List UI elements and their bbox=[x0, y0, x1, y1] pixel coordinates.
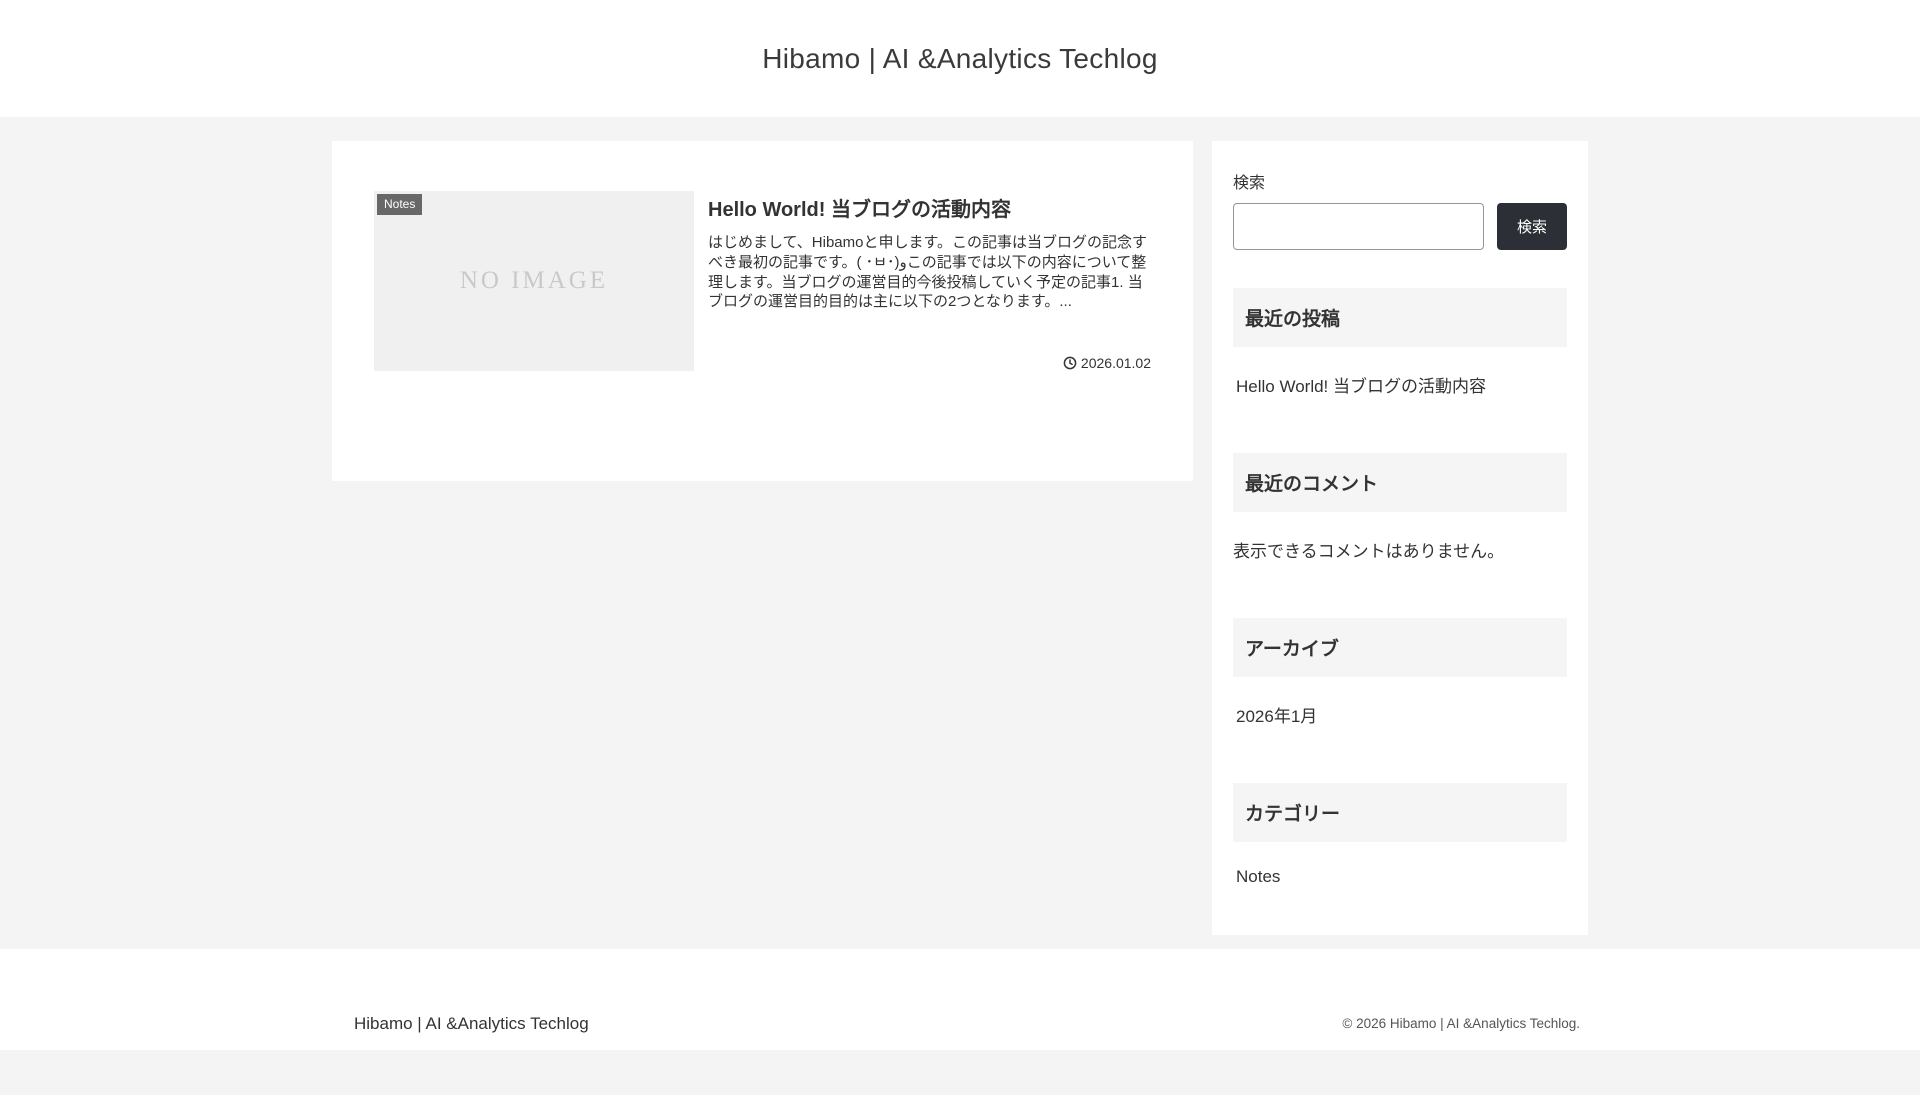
search-input[interactable] bbox=[1233, 203, 1484, 250]
recent-post-link[interactable]: Hello World! 当ブログの活動内容 bbox=[1236, 372, 1567, 397]
recent-posts-widget: 最近の投稿 Hello World! 当ブログの活動内容 bbox=[1233, 288, 1567, 415]
footer-site-title[interactable]: Hibamo | AI &Analytics Techlog bbox=[332, 1014, 589, 1034]
site-header: Hibamo | AI &Analytics Techlog bbox=[0, 0, 1920, 117]
archives-heading: アーカイブ bbox=[1233, 618, 1567, 677]
site-footer: Hibamo | AI &Analytics Techlog © 2026 Hi… bbox=[0, 949, 1920, 1050]
recent-comments-heading: 最近のコメント bbox=[1233, 453, 1567, 512]
no-image-placeholder: NO IMAGE bbox=[459, 267, 609, 294]
clock-icon bbox=[1063, 356, 1077, 370]
recent-posts-heading: 最近の投稿 bbox=[1233, 288, 1567, 347]
footer-copyright: © 2026 Hibamo | AI &Analytics Techlog. bbox=[1342, 1016, 1580, 1031]
post-entry[interactable]: Notes NO IMAGE Hello World! 当ブログの活動内容 はじ… bbox=[374, 191, 1151, 371]
search-label: 検索 bbox=[1233, 175, 1266, 192]
post-thumbnail[interactable]: Notes NO IMAGE bbox=[374, 191, 694, 371]
post-entry-body: Hello World! 当ブログの活動内容 はじめまして、Hibamoと申しま… bbox=[708, 191, 1151, 371]
recent-comments-widget: 最近のコメント 表示できるコメントはありません。 bbox=[1233, 453, 1567, 580]
category-badge: Notes bbox=[377, 194, 423, 215]
post-excerpt: はじめまして、Hibamoと申します。この記事は当ブログの記念すべき最初の記事で… bbox=[708, 234, 1147, 311]
post-date: 2026.01.02 bbox=[1080, 355, 1151, 371]
archive-link[interactable]: 2026年1月 bbox=[1236, 702, 1567, 727]
category-link[interactable]: Notes bbox=[1236, 867, 1567, 887]
archives-widget: アーカイブ 2026年1月 bbox=[1233, 618, 1567, 745]
sidebar: 検索 検索 最近の投稿 Hello World! 当ブログの活動内容 最近のコメ… bbox=[1212, 141, 1588, 935]
categories-heading: カテゴリー bbox=[1233, 783, 1567, 842]
site-title[interactable]: Hibamo | AI &Analytics Techlog bbox=[762, 43, 1158, 75]
post-list-card: Notes NO IMAGE Hello World! 当ブログの活動内容 はじ… bbox=[332, 141, 1193, 481]
search-widget: 検索 検索 bbox=[1233, 169, 1567, 250]
main-section: Notes NO IMAGE Hello World! 当ブログの活動内容 はじ… bbox=[0, 117, 1920, 949]
categories-widget: カテゴリー Notes bbox=[1233, 783, 1567, 905]
post-meta: 2026.01.02 bbox=[708, 355, 1151, 371]
search-button[interactable]: 検索 bbox=[1497, 203, 1567, 250]
recent-comments-empty-text: 表示できるコメントはありません。 bbox=[1233, 542, 1505, 561]
bottom-strip bbox=[0, 1050, 1920, 1095]
post-title[interactable]: Hello World! 当ブログの活動内容 bbox=[708, 191, 1151, 222]
